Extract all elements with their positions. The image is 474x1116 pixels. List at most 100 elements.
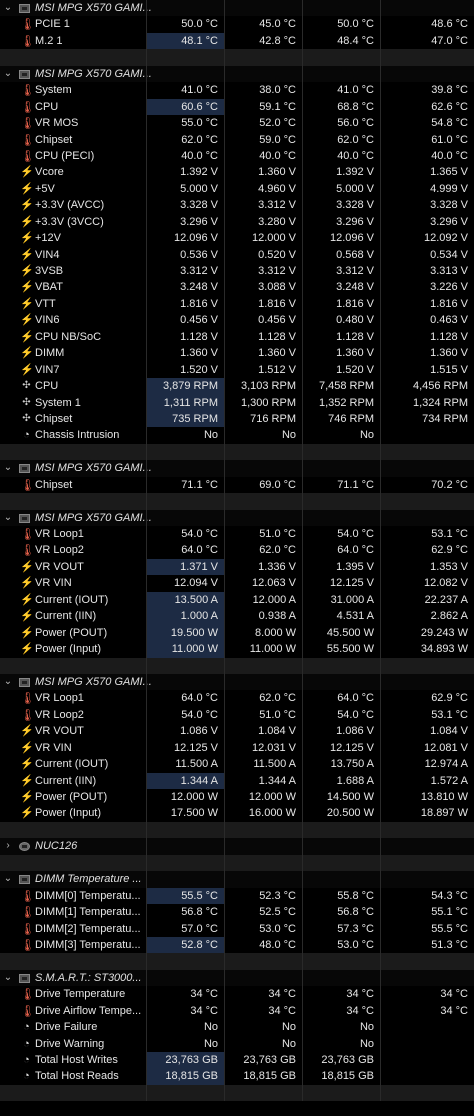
- sensor-row[interactable]: Chipset 735 RPM 716 RPM 746 RPM 734 RPM: [0, 410, 474, 428]
- sensor-group-header[interactable]: ⌄ MSI MPG X570 GAMI...: [0, 673, 474, 691]
- column-divider: [224, 295, 225, 313]
- column-divider: [224, 476, 225, 494]
- sensor-row[interactable]: 3VSB 3.312 V 3.312 V 3.312 V 3.313 V: [0, 263, 474, 280]
- sensor-row[interactable]: VR Loop1 64.0 °C 62.0 °C 64.0 °C 62.9 °C: [0, 690, 474, 707]
- spacer-row: [0, 953, 474, 970]
- average-value: 0.534 V: [430, 248, 468, 261]
- sensor-label: Current (IIN): [35, 610, 97, 623]
- sensor-row[interactable]: +5V 5.000 V 4.960 V 5.000 V 4.999 V: [0, 180, 474, 198]
- group-label: NUC126: [35, 840, 78, 853]
- sensor-row[interactable]: Power (Input) 17.500 W 16.000 W 20.500 W 18.…: [0, 805, 474, 822]
- current-value: 62.0 °C: [181, 133, 218, 146]
- sensor-group-header[interactable]: ⌄ MSI MPG X570 GAMI...: [0, 460, 474, 477]
- sensor-row[interactable]: Chipset 62.0 °C 59.0 °C 62.0 °C 61.0 °C: [0, 131, 474, 148]
- sensor-row[interactable]: VR Loop2 64.0 °C 62.0 °C 64.0 °C 62.9 °C: [0, 542, 474, 559]
- sensor-group-header[interactable]: ⌄ DIMM Temperature ...: [0, 871, 474, 888]
- current-value: 18,815 GB: [146, 1068, 224, 1085]
- maximum-value: 13.750 A: [330, 758, 374, 771]
- column-divider: [224, 871, 225, 888]
- sensor-row[interactable]: VR MOS 55.0 °C 52.0 °C 56.0 °C 54.8 °C: [0, 115, 474, 132]
- sensor-row[interactable]: DIMM[2] Temperatu... 57.0 °C 53.0 °C 57.3 °…: [0, 920, 474, 937]
- sensor-row[interactable]: Current (IIN) 1.344 A 1.344 A 1.688 A 1.572 …: [0, 772, 474, 789]
- sensor-row[interactable]: Current (IIN) 1.000 A 0.938 A 4.531 A 2.862 …: [0, 608, 474, 625]
- sensor-row[interactable]: DIMM[3] Temperatu... 52.8 °C 48.0 °C 53.0 °…: [0, 936, 474, 954]
- sensor-row[interactable]: VBAT 3.248 V 3.088 V 3.248 V 3.226 V: [0, 279, 474, 296]
- sensor-row[interactable]: DIMM 1.360 V 1.360 V 1.360 V 1.360 V: [0, 345, 474, 362]
- sensor-row[interactable]: System 41.0 °C 38.0 °C 41.0 °C 39.8 °C: [0, 82, 474, 99]
- sensor-row[interactable]: +3.3V (3VCC) 3.296 V 3.280 V 3.296 V 3.296 V: [0, 213, 474, 231]
- column-divider: [146, 657, 147, 674]
- expander-chevron-icon[interactable]: ⌄: [2, 674, 14, 690]
- column-divider: [380, 246, 381, 263]
- sensor-row[interactable]: VTT 1.816 V 1.816 V 1.816 V 1.816 V: [0, 295, 474, 313]
- sensor-row[interactable]: Drive Failure No No No: [0, 1019, 474, 1036]
- sensor-row[interactable]: VIN4 0.536 V 0.520 V 0.568 V 0.534 V: [0, 246, 474, 263]
- sensor-row[interactable]: CPU (PECI) 40.0 °C 40.0 °C 40.0 °C 40.0 °C: [0, 147, 474, 165]
- sensor-label: +3.3V (AVCC): [35, 199, 105, 212]
- group-label: DIMM Temperature ...: [35, 873, 142, 886]
- sensor-row[interactable]: DIMM[0] Temperatu... 55.5 °C 52.3 °C 55.8 °…: [0, 887, 474, 905]
- sensor-row[interactable]: VR VIN 12.094 V 12.063 V 12.125 V 12.082 V: [0, 575, 474, 592]
- expander-chevron-icon[interactable]: ⌄: [2, 66, 14, 82]
- average-value: [380, 1068, 474, 1084]
- sensor-row[interactable]: VIN6 0.456 V 0.456 V 0.480 V 0.463 V: [0, 312, 474, 329]
- sensor-group-header[interactable]: › NUC126: [0, 838, 474, 855]
- sensor-row[interactable]: Chassis Intrusion No No No: [0, 427, 474, 444]
- sensor-row[interactable]: CPU 60.6 °C 59.1 °C 68.8 °C 62.6 °C: [0, 98, 474, 116]
- sensor-group-header[interactable]: ⌄ MSI MPG X570 GAMI...: [0, 509, 474, 526]
- expander-chevron-icon[interactable]: ⌄: [2, 871, 14, 887]
- sensor-row[interactable]: Power (POUT) 12.000 W 12.000 W 14.500 W 13.8…: [0, 789, 474, 806]
- sensor-row[interactable]: Total Host Writes 23,763 GB 23,763 GB 23,76…: [0, 1052, 474, 1069]
- sensor-row[interactable]: Power (POUT) 19.500 W 8.000 W 45.500 W 29.24…: [0, 624, 474, 642]
- sensor-row[interactable]: Drive Warning No No No: [0, 1035, 474, 1052]
- sensor-row[interactable]: System 1 1,311 RPM 1,300 RPM 1,352 RPM 1,324…: [0, 394, 474, 411]
- sensor-group-header[interactable]: ⌄ MSI MPG X570 GAMI...: [0, 0, 474, 17]
- sensor-row[interactable]: CPU 3,879 RPM 3,103 RPM 7,458 RPM 4,456 RPM: [0, 378, 474, 395]
- sensor-group-header[interactable]: ⌄ S.M.A.R.T.: ST3000...: [0, 969, 474, 987]
- sensor-row[interactable]: DIMM[1] Temperatu... 56.8 °C 52.5 °C 56.8 °…: [0, 904, 474, 921]
- column-divider: [380, 854, 381, 872]
- sensor-label: VTT: [35, 297, 56, 310]
- lightning-icon: [20, 625, 33, 641]
- maximum-value: 55.8 °C: [337, 889, 374, 902]
- sensor-row[interactable]: Power (Input) 11.000 W 11.000 W 55.500 W 34.…: [0, 641, 474, 658]
- maximum-value: 54.0 °C: [337, 708, 374, 721]
- column-divider: [380, 838, 381, 855]
- column-divider: [302, 542, 303, 559]
- sensor-row[interactable]: Drive Temperature 34 °C 34 °C 34 °C 34 °C: [0, 986, 474, 1003]
- sensor-row[interactable]: CPU NB/SoC 1.128 V 1.128 V 1.128 V 1.128 V: [0, 328, 474, 346]
- sensor-row[interactable]: Chipset 71.1 °C 69.0 °C 71.1 °C 70.2 °C: [0, 476, 474, 494]
- sensor-row[interactable]: +3.3V (AVCC) 3.328 V 3.312 V 3.328 V 3.328 V: [0, 197, 474, 214]
- sensor-row[interactable]: M.2 1 48.1 °C 42.8 °C 48.4 °C 47.0 °C: [0, 32, 474, 50]
- sensor-row[interactable]: VR VOUT 1.086 V 1.084 V 1.086 V 1.084 V: [0, 723, 474, 740]
- expander-chevron-icon[interactable]: ⌄: [2, 460, 14, 476]
- current-value: 55.5 °C: [146, 887, 224, 905]
- column-divider: [380, 805, 381, 822]
- sensor-row[interactable]: Current (IOUT) 13.500 A 12.000 A 31.000 A 22…: [0, 591, 474, 609]
- current-value: 41.0 °C: [181, 84, 218, 97]
- column-divider: [146, 871, 147, 888]
- sensor-row[interactable]: VR VIN 12.125 V 12.031 V 12.125 V 12.081 V: [0, 739, 474, 757]
- sensor-row[interactable]: Drive Airflow Tempe... 34 °C 34 °C 34 °C 34 …: [0, 1002, 474, 1020]
- expander-chevron-icon[interactable]: ⌄: [2, 970, 14, 986]
- expander-chevron-icon[interactable]: ⌄: [2, 0, 14, 16]
- expander-chevron-icon[interactable]: ⌄: [2, 510, 14, 526]
- group-label: S.M.A.R.T.: ST3000...: [35, 971, 142, 984]
- sensor-row[interactable]: +12V 12.096 V 12.000 V 12.096 V 12.092 V: [0, 230, 474, 247]
- column-divider: [146, 821, 147, 839]
- column-divider: [146, 969, 147, 987]
- sensor-row[interactable]: Total Host Reads 18,815 GB 18,815 GB 18,815…: [0, 1068, 474, 1085]
- sensor-row[interactable]: PCIE 1 50.0 °C 45.0 °C 50.0 °C 48.6 °C: [0, 16, 474, 33]
- sensor-row[interactable]: VR VOUT 1.371 V 1.336 V 1.395 V 1.353 V: [0, 558, 474, 576]
- sensor-label: VR VIN: [35, 741, 72, 754]
- sensor-row[interactable]: Vcore 1.392 V 1.360 V 1.392 V 1.365 V: [0, 164, 474, 181]
- sensor-row[interactable]: VIN7 1.520 V 1.512 V 1.520 V 1.515 V: [0, 361, 474, 379]
- maximum-value: 1.688 A: [336, 774, 374, 787]
- sensor-row[interactable]: Current (IOUT) 11.500 A 11.500 A 13.750 A 12…: [0, 756, 474, 773]
- sensor-row[interactable]: VR Loop1 54.0 °C 51.0 °C 54.0 °C 53.1 °C: [0, 526, 474, 543]
- sensor-row[interactable]: VR Loop2 54.0 °C 51.0 °C 54.0 °C 53.1 °C: [0, 706, 474, 724]
- sensor-group-header[interactable]: ⌄ MSI MPG X570 GAMI...: [0, 65, 474, 83]
- expander-chevron-icon[interactable]: ›: [2, 838, 14, 854]
- column-divider: [302, 706, 303, 724]
- sensor-label: Power (POUT): [35, 791, 108, 803]
